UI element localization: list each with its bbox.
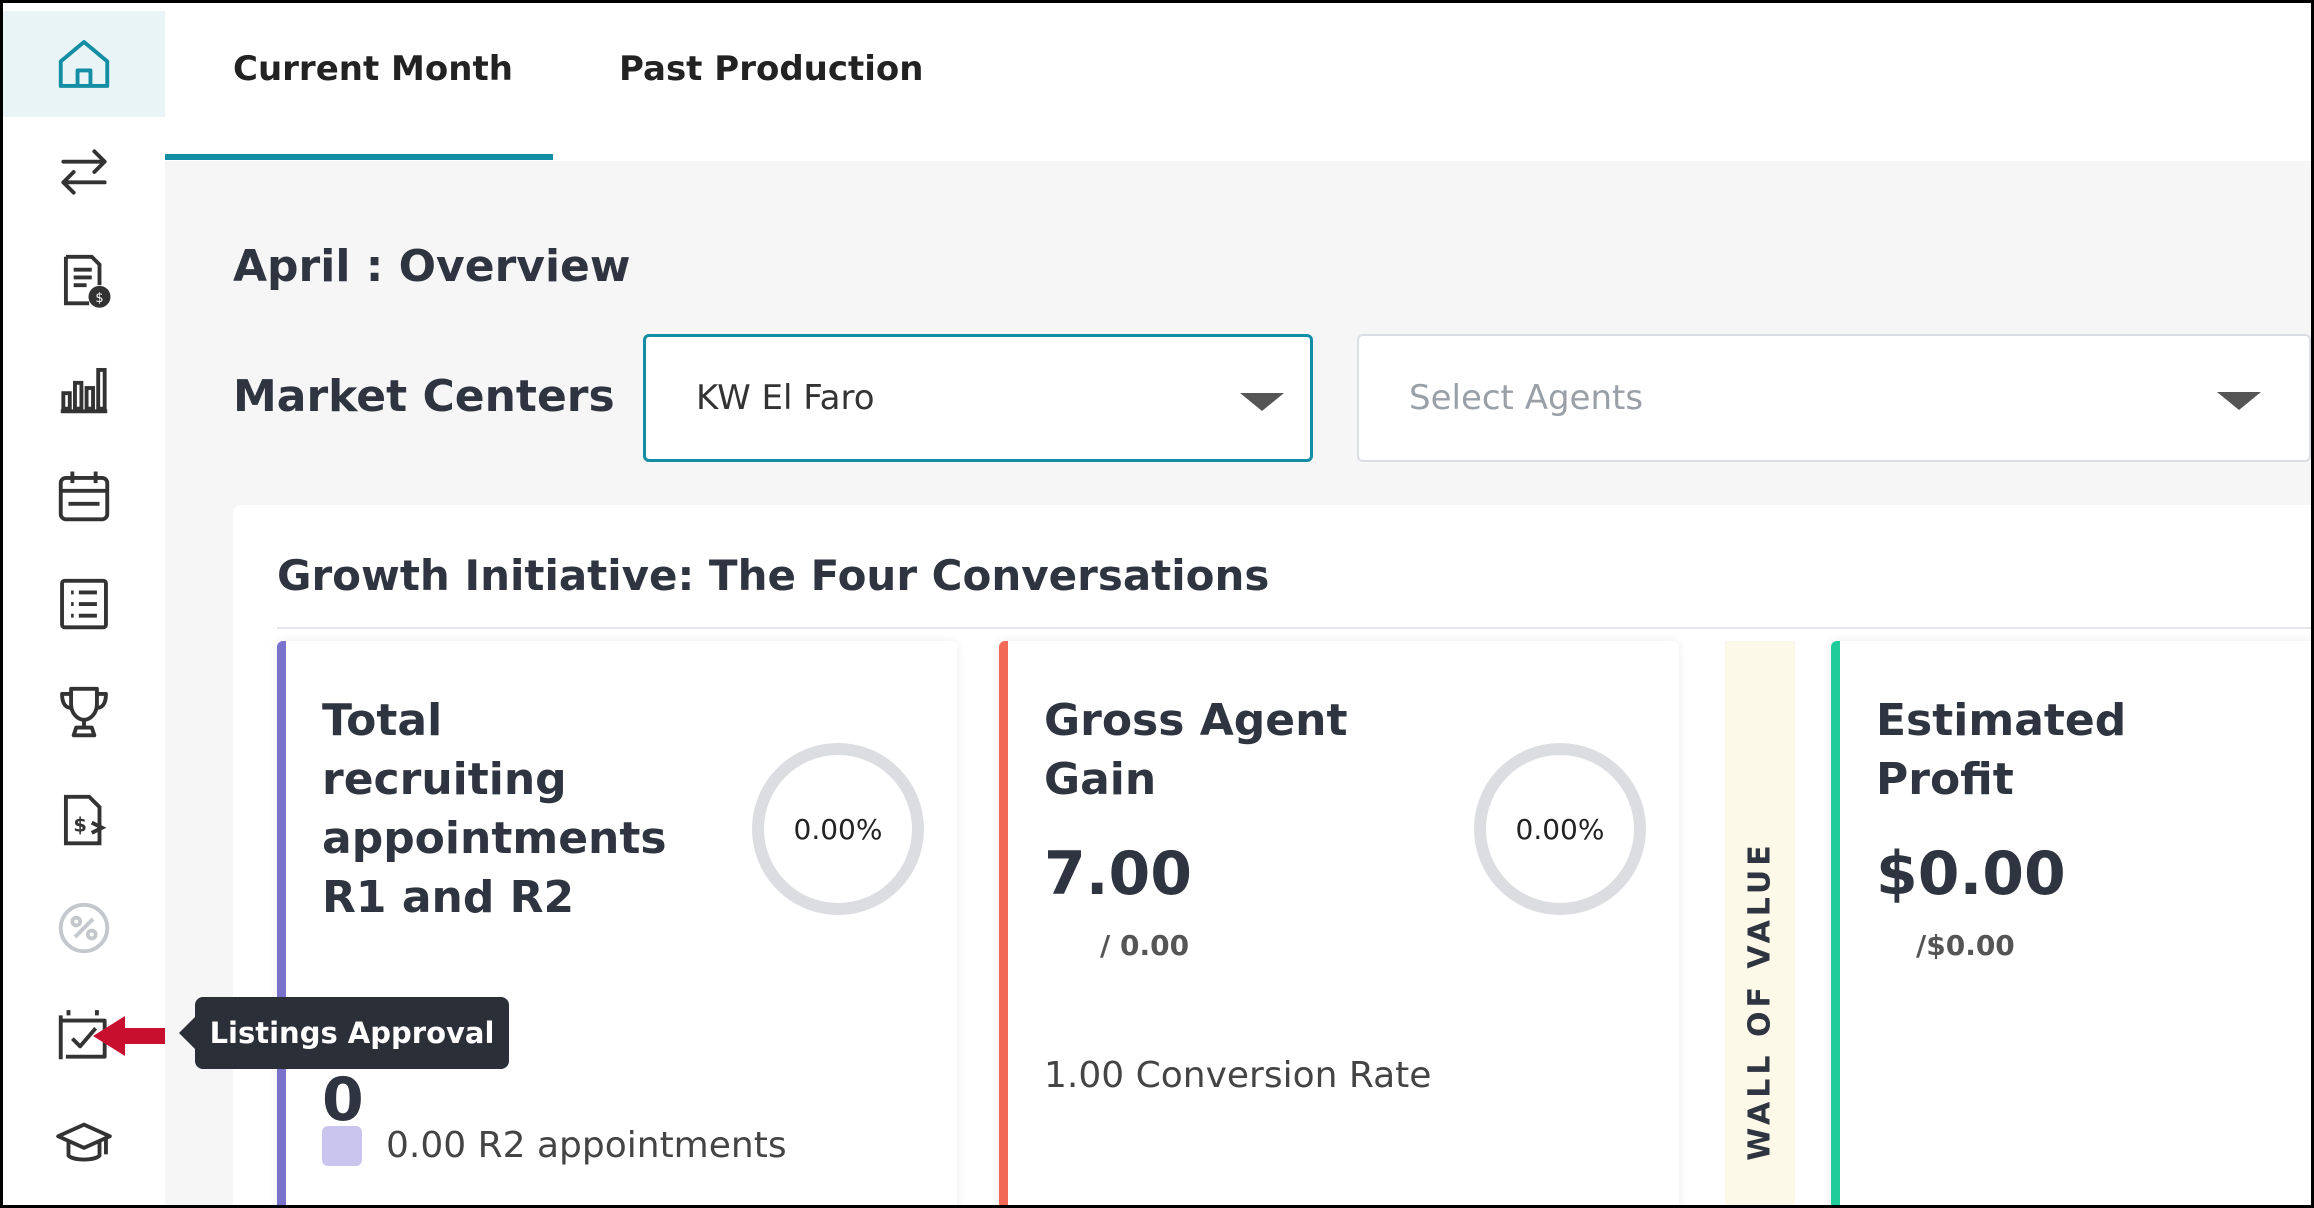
card-target: / 0.00 (1100, 929, 1190, 962)
wall-of-value-strip[interactable]: WALL OF VALUE (1725, 641, 1795, 1205)
sidebar-item-transfers[interactable] (3, 119, 165, 225)
card-title: Estimated Profit (1876, 695, 2127, 805)
calendar-icon (58, 471, 110, 522)
conversion-rate: 1.00 Conversion Rate (1044, 1055, 1432, 1096)
agents-select[interactable]: Select Agents (1357, 334, 2311, 462)
sidebar-item-training[interactable] (3, 1091, 165, 1197)
card-value: 7.00 (1044, 839, 1193, 909)
market-centers-label: Market Centers (233, 371, 615, 422)
trophy-icon (60, 686, 108, 738)
tab-current-month[interactable]: Current Month (233, 49, 513, 89)
wall-of-value-label: WALL OF VALUE (1742, 841, 1778, 1161)
market-center-select[interactable]: KW El Faro (643, 334, 1313, 462)
legend-item: 0.00 R2 appointments (322, 1125, 787, 1166)
page-title: April : Overview (233, 241, 631, 292)
svg-text:$: $ (95, 291, 103, 306)
sidebar-item-invoices[interactable]: $ (3, 227, 165, 333)
tab-past-production[interactable]: Past Production (619, 49, 924, 89)
card-title: Total recruiting appointments R1 and R2 (322, 695, 667, 923)
sidebar-item-analytics[interactable] (3, 335, 165, 441)
chevron-down-icon (1240, 393, 1284, 411)
bar-chart-icon (60, 367, 108, 414)
sidebar-item-awards[interactable] (3, 659, 165, 765)
card-estimated-profit[interactable]: Estimated Profit $0.00 /$0.00 (1831, 641, 2311, 1205)
card-gross-agent-gain[interactable]: Gross Agent Gain 0.00% 7.00 / 0.00 1.00 … (999, 641, 1679, 1205)
graduation-cap-icon (56, 1122, 112, 1162)
sidebar-item-home[interactable] (3, 11, 165, 117)
legend-label: 0.00 R2 appointments (386, 1125, 787, 1166)
list-icon (60, 578, 108, 630)
card-target: /$0.00 (1916, 929, 2015, 962)
market-center-value: KW El Faro (696, 378, 875, 418)
agents-placeholder: Select Agents (1409, 378, 1644, 418)
progress-ring: 0.00% (752, 743, 924, 915)
progress-ring: 0.00% (1474, 743, 1646, 915)
panel-title: Growth Initiative: The Four Conversation… (277, 551, 1270, 600)
sidebar-item-discounts[interactable] (3, 875, 165, 981)
chevron-down-icon (2217, 392, 2261, 410)
card-value: $0.00 (1876, 839, 2066, 909)
invoice-icon: $ (63, 254, 111, 308)
card-recruiting-appointments[interactable]: Total recruiting appointments R1 and R2 … (277, 641, 957, 1205)
sidebar-item-reports[interactable] (3, 551, 165, 657)
legend-swatch (322, 1125, 362, 1166)
sidebar-item-calendar[interactable] (3, 443, 165, 549)
money-document-icon: $ (63, 794, 107, 846)
tooltip-listings-approval: Listings Approval (179, 997, 509, 1069)
card-title: Gross Agent Gain (1044, 695, 1348, 805)
growth-initiative-panel: Growth Initiative: The Four Conversation… (233, 505, 2311, 1205)
discount-icon (58, 902, 110, 954)
sidebar-item-commissions[interactable]: $ (3, 767, 165, 873)
active-tab-indicator (165, 154, 553, 160)
home-icon (58, 40, 110, 88)
transfer-icon (61, 149, 107, 195)
tab-bar: Current Month Past Production (165, 3, 2311, 161)
svg-text:$: $ (73, 814, 86, 837)
app-frame: $ $ Current Month Past Production April … (0, 0, 2314, 1208)
divider (277, 627, 2311, 629)
